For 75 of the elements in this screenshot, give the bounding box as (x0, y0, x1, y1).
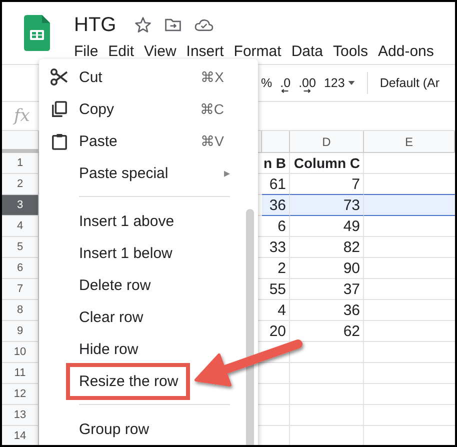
table-cell-text: 49 (342, 216, 361, 236)
column-header[interactable]: D (290, 131, 364, 153)
row-header[interactable]: 1 (2, 153, 39, 174)
decrease-decimals-button[interactable]: .0 (280, 77, 291, 93)
row-header[interactable]: 8 (2, 300, 39, 321)
row-header[interactable]: 12 (2, 384, 39, 405)
cloud-icon[interactable] (194, 17, 214, 33)
table-cell: 36 (262, 194, 290, 216)
table-cell-text: 90 (342, 258, 361, 278)
table-cell-text: n B (262, 154, 287, 173)
table-cell: 73 (290, 194, 364, 216)
menu-item[interactable]: Insert 1 below (79, 244, 172, 262)
row-header[interactable]: 10 (2, 342, 39, 363)
menu-bar-item[interactable]: Tools (333, 43, 368, 60)
copy-icon (50, 100, 68, 118)
menu-bar-item[interactable]: Insert (186, 43, 224, 60)
menu-item[interactable]: Resize the row (66, 362, 190, 400)
document-title[interactable]: HTG (74, 14, 116, 36)
menu-item[interactable]: Insert 1 above (79, 212, 174, 230)
formula-label: fx (14, 106, 30, 126)
menu-item[interactable]: Hide row (79, 340, 138, 358)
column-header[interactable]: E (364, 131, 455, 153)
row-header[interactable]: 5 (2, 237, 39, 258)
clipboard-icon (50, 132, 68, 150)
row-header[interactable]: 4 (2, 216, 39, 237)
row-header[interactable]: 3 (2, 195, 39, 216)
table-cell-text: 37 (342, 280, 361, 300)
number-format-dropdown[interactable]: 123 (324, 76, 355, 90)
table-cell-text: 4 (276, 300, 287, 320)
table-cell-text: 7 (350, 174, 361, 194)
menu-item[interactable]: Cut (79, 68, 102, 86)
menu-item[interactable]: Copy (79, 100, 114, 118)
right-arrow-icon (303, 89, 312, 93)
menu-bar-item[interactable]: Format (234, 43, 282, 60)
menu-item[interactable]: Delete row (79, 276, 151, 294)
table-cell-text: 33 (268, 238, 287, 258)
submenu-arrow-icon: ▸ (224, 166, 230, 180)
menu-bar-item[interactable]: Data (291, 43, 323, 60)
menu-bar-item[interactable]: Edit (108, 43, 134, 60)
table-cell-text: 36 (342, 300, 361, 320)
table-cell-text: 61 (268, 174, 287, 194)
menu-bar-item[interactable]: File (74, 43, 98, 60)
increase-decimals-button[interactable]: .00 (298, 77, 316, 93)
shortcut-label: ⌘X (200, 69, 224, 85)
table-cell-text: 62 (342, 322, 361, 342)
caret-icon (348, 81, 355, 85)
row-header[interactable]: 7 (2, 279, 39, 300)
percent-button[interactable]: % (261, 76, 272, 90)
star-icon[interactable] (134, 16, 152, 34)
scrollbar[interactable] (246, 209, 254, 445)
menu-bar-item[interactable]: Add-ons (378, 43, 434, 60)
font-dropdown[interactable]: Default (Ar (380, 76, 440, 90)
row-header[interactable]: 9 (2, 321, 39, 342)
row-header[interactable]: 14 (2, 426, 39, 445)
table-cell-text: 55 (268, 280, 287, 300)
shortcut-label: ⌘V (200, 133, 224, 149)
shortcut-label: ⌘C (200, 101, 224, 117)
table-cell-text: 20 (268, 322, 287, 342)
menu-item[interactable]: Paste special (79, 164, 168, 182)
menu-item[interactable]: Group row (79, 420, 150, 438)
menu-bar-item[interactable]: View (144, 43, 176, 60)
menu-item[interactable]: Paste (79, 132, 118, 150)
table-cell-text: 2 (276, 258, 287, 278)
row-header[interactable]: 6 (2, 258, 39, 279)
scissors-icon (50, 68, 68, 86)
table-cell-text: 82 (342, 238, 361, 258)
table-cell-text: 6 (276, 216, 287, 236)
row-header[interactable]: 11 (2, 363, 39, 384)
row-header[interactable]: 13 (2, 405, 39, 426)
menu-item[interactable]: Clear row (79, 308, 144, 326)
folder-icon[interactable] (164, 16, 182, 34)
sheets-logo[interactable] (24, 15, 50, 51)
table-cell-text: Column C (292, 154, 361, 173)
row-header[interactable]: 2 (2, 174, 39, 195)
left-arrow-icon (281, 89, 290, 93)
